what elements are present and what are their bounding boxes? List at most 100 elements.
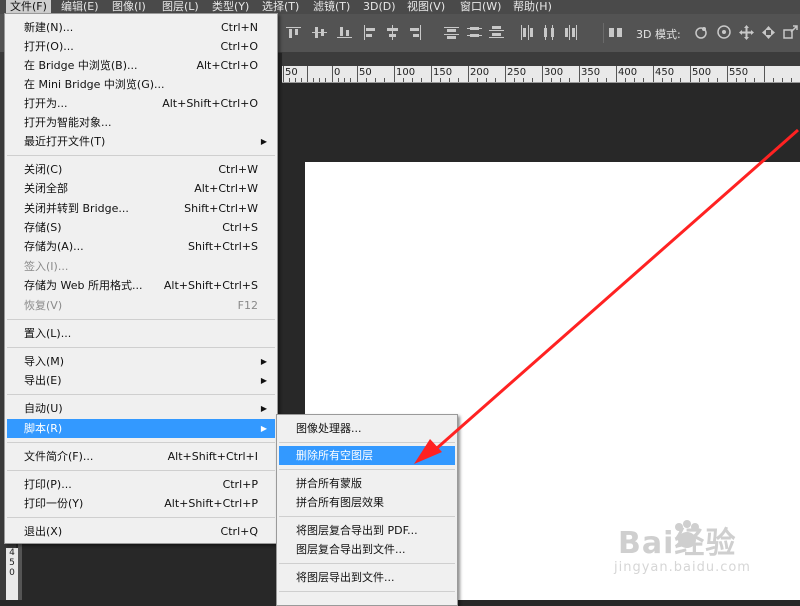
align-horizontal-centers-icon[interactable] xyxy=(385,25,400,40)
ruler-digit: 0 xyxy=(9,568,15,578)
submenu-item-image-processor[interactable]: 图像处理器... xyxy=(279,419,455,438)
ruler-label: 350 xyxy=(581,67,601,78)
menu-image[interactable]: 图像(I) xyxy=(112,0,146,14)
menu-item-shortcut: Ctrl+P xyxy=(222,478,258,491)
3d-pan-icon[interactable] xyxy=(739,25,754,40)
menu-separator xyxy=(7,155,275,156)
3d-roll-icon[interactable] xyxy=(717,25,732,40)
distribute-bottom-edges-icon[interactable] xyxy=(489,25,504,40)
3d-slide-icon[interactable] xyxy=(761,25,776,40)
distribute-vertical-centers-icon[interactable] xyxy=(467,25,482,40)
watermark: Bai经验 jingyan.baidu.com xyxy=(612,518,792,588)
3d-rotate-icon[interactable] xyxy=(694,25,709,40)
menu-item-label: 拼合所有图层效果 xyxy=(296,496,384,509)
menu-item-save[interactable]: 存储(S) Ctrl+S xyxy=(7,218,275,237)
submenu-item-export-comps-pdf[interactable]: 将图层复合导出到 PDF... xyxy=(279,521,455,540)
menu-item-label: 在 Mini Bridge 中浏览(G)... xyxy=(24,78,165,91)
menu-item-label: 在 Bridge 中浏览(B)... xyxy=(24,59,138,72)
menu-select[interactable]: 选择(T) xyxy=(262,0,299,14)
align-left-edges-icon[interactable] xyxy=(362,25,377,40)
menu-item-file-info[interactable]: 文件简介(F)... Alt+Shift+Ctrl+I xyxy=(7,447,275,466)
menu-item-label: 关闭全部 xyxy=(24,182,68,195)
menu-filter[interactable]: 滤镜(T) xyxy=(313,0,350,14)
submenu-arrow-icon: ▶ xyxy=(260,404,267,413)
menu-help[interactable]: 帮助(H) xyxy=(513,0,552,14)
distribute-right-edges-icon[interactable] xyxy=(564,25,579,40)
menu-item-close[interactable]: 关闭(C) Ctrl+W xyxy=(7,160,275,179)
menu-item-new[interactable]: 新建(N)... Ctrl+N xyxy=(7,18,275,37)
menu-item-label: 导出(E) xyxy=(24,374,62,387)
menu-item-shortcut: Alt+Shift+Ctrl+S xyxy=(163,279,258,292)
ruler-label: 100 xyxy=(396,67,416,78)
menu-item-open-recent[interactable]: 最近打开文件(T) ▶ xyxy=(7,132,275,151)
submenu-item-export-layers-files[interactable]: 将图层导出到文件... xyxy=(279,568,455,587)
menu-item-open[interactable]: 打开(O)... Ctrl+O xyxy=(7,37,275,56)
ruler-label: 0 xyxy=(334,67,341,78)
align-vertical-centers-icon[interactable] xyxy=(312,25,327,40)
menu-file[interactable]: 文件(F) xyxy=(6,0,51,14)
menu-item-shortcut: Ctrl+Q xyxy=(220,525,258,538)
menu-separator xyxy=(7,517,275,518)
ruler-label: 550 xyxy=(729,67,749,78)
menu-item-close-all[interactable]: 关闭全部 Alt+Ctrl+W xyxy=(7,179,275,198)
menu-item-shortcut: Ctrl+O xyxy=(220,40,258,53)
menu-item-browse-mini-bridge[interactable]: 在 Mini Bridge 中浏览(G)... xyxy=(7,75,275,94)
menu-view[interactable]: 视图(V) xyxy=(407,0,445,14)
menu-separator xyxy=(7,470,275,471)
ruler-label: 200 xyxy=(470,67,490,78)
menu-item-revert: 恢复(V) F12 xyxy=(7,296,275,315)
menu-item-open-as[interactable]: 打开为... Alt+Shift+Ctrl+O xyxy=(7,94,275,113)
submenu-item-flatten-layer-effects[interactable]: 拼合所有图层效果 xyxy=(279,493,455,512)
submenu-item-export-comps-files[interactable]: 图层复合导出到文件... xyxy=(279,540,455,559)
menu-item-shortcut: Alt+Ctrl+O xyxy=(196,59,258,72)
menu-type[interactable]: 类型(Y) xyxy=(212,0,249,14)
menu-item-automate[interactable]: 自动(U) ▶ xyxy=(7,399,275,418)
menu-item-label: 关闭并转到 Bridge... xyxy=(24,202,129,215)
menu-item-label: 打开(O)... xyxy=(24,40,74,53)
menu-item-open-smart-object[interactable]: 打开为智能对象... xyxy=(7,113,275,132)
auto-align-layers-icon[interactable] xyxy=(608,25,623,40)
menu-layer[interactable]: 图层(L) xyxy=(162,0,199,14)
menu-item-export[interactable]: 导出(E) ▶ xyxy=(7,371,275,390)
ruler-label: 150 xyxy=(433,67,453,78)
menu-item-browse-bridge[interactable]: 在 Bridge 中浏览(B)... Alt+Ctrl+O xyxy=(7,56,275,75)
menu-item-label: 图像处理器... xyxy=(296,422,362,435)
menu-item-import[interactable]: 导入(M) ▶ xyxy=(7,352,275,371)
align-right-edges-icon[interactable] xyxy=(408,25,423,40)
menu-item-label: 新建(N)... xyxy=(24,21,74,34)
menu-item-label: 自动(U) xyxy=(24,402,63,415)
menu-item-exit[interactable]: 退出(X) Ctrl+Q xyxy=(7,522,275,541)
toolbar-divider xyxy=(603,23,604,43)
align-top-edges-icon[interactable] xyxy=(286,25,301,40)
menu-window[interactable]: 窗口(W) xyxy=(460,0,501,14)
ruler-label: 50 xyxy=(285,67,298,78)
menu-edit[interactable]: 编辑(E) xyxy=(61,0,99,14)
distribute-top-edges-icon[interactable] xyxy=(444,25,459,40)
distribute-horizontal-centers-icon[interactable] xyxy=(542,25,557,40)
menu-item-label: 图层复合导出到文件... xyxy=(296,543,406,556)
menu-item-label: 打开为智能对象... xyxy=(24,116,112,129)
ruler-label: 500 xyxy=(692,67,712,78)
menu-item-save-as[interactable]: 存储为(A)... Shift+Ctrl+S xyxy=(7,237,275,256)
menu-item-shortcut: Ctrl+W xyxy=(218,163,258,176)
ruler-digit: 5 xyxy=(9,558,15,568)
menu-3d[interactable]: 3D(D) xyxy=(363,0,396,14)
menu-item-print-one-copy[interactable]: 打印一份(Y) Alt+Shift+Ctrl+P xyxy=(7,494,275,513)
menu-item-place[interactable]: 置入(L)... xyxy=(7,324,275,343)
menu-item-label: 退出(X) xyxy=(24,525,63,538)
menu-item-save-for-web[interactable]: 存储为 Web 所用格式... Alt+Shift+Ctrl+S xyxy=(7,276,275,295)
menu-item-scripts[interactable]: 脚本(R) ▶ xyxy=(7,419,275,438)
menu-item-label: 最近打开文件(T) xyxy=(24,135,106,148)
menu-item-label: 打印一份(Y) xyxy=(24,497,84,510)
align-bottom-edges-icon[interactable] xyxy=(337,25,352,40)
3d-scale-icon[interactable] xyxy=(783,25,798,40)
menu-item-print[interactable]: 打印(P)... Ctrl+P xyxy=(7,475,275,494)
menu-item-label: 置入(L)... xyxy=(24,327,72,340)
distribute-left-edges-icon[interactable] xyxy=(519,25,534,40)
submenu-item-delete-empty-layers[interactable]: 删除所有空图层 xyxy=(279,446,455,465)
scripts-submenu: 图像处理器... 删除所有空图层 拼合所有蒙版 拼合所有图层效果 将图层复合导出… xyxy=(276,414,458,606)
menu-separator xyxy=(279,442,455,443)
menu-item-label: 拼合所有蒙版 xyxy=(296,477,362,490)
submenu-item-flatten-masks[interactable]: 拼合所有蒙版 xyxy=(279,474,455,493)
menu-item-close-go-bridge[interactable]: 关闭并转到 Bridge... Shift+Ctrl+W xyxy=(7,199,275,218)
